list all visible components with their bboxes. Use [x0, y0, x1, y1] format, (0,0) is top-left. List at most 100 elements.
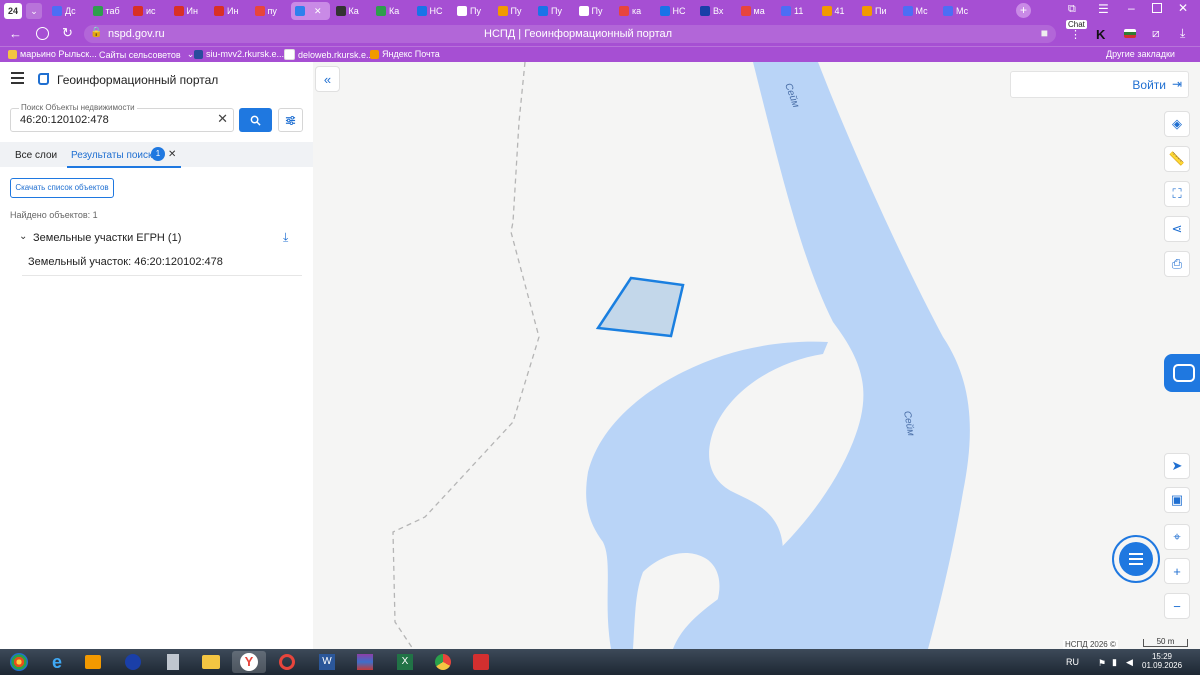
result-group-label[interactable]: Земельные участки ЕГРН (1)	[33, 232, 181, 244]
zoom-out-button[interactable]: −	[1164, 593, 1190, 619]
bookmark-item[interactable]: Яндекс Почта	[370, 49, 440, 59]
pin-button[interactable]: ⌖	[1164, 524, 1190, 550]
bookmark-item[interactable]: siu-mvv2.rkursk.e...	[194, 49, 284, 59]
browser-tab[interactable]: Мс	[899, 2, 935, 20]
browser-tab[interactable]: Ка	[332, 2, 368, 20]
tab-search-results[interactable]: Результаты поиска 1	[67, 144, 181, 168]
screenshot-icon[interactable]: ⧄	[1152, 26, 1160, 41]
browser-tab[interactable]: 41	[818, 2, 854, 20]
media-player-icon[interactable]	[76, 651, 110, 673]
language-indicator[interactable]: RU	[1066, 657, 1079, 667]
excel-icon[interactable]: X	[388, 651, 422, 673]
wmp-icon[interactable]	[116, 651, 150, 673]
minimap-button[interactable]: ▣	[1164, 487, 1190, 513]
ruler-button[interactable]: 📏	[1164, 146, 1190, 172]
tray-clock[interactable]: 15:29 01.09.2026	[1142, 652, 1182, 670]
explorer-icon[interactable]	[194, 651, 228, 673]
word-icon[interactable]: W	[310, 651, 344, 673]
bookmark-item[interactable]: Сайты сельсоветов ⌄	[99, 49, 194, 60]
extension-icon[interactable]	[36, 27, 49, 40]
feedback-tab[interactable]	[1164, 354, 1200, 392]
tab-label: Ка	[389, 6, 400, 16]
acrobat-icon[interactable]	[464, 651, 498, 673]
browser-tab[interactable]: Ин	[210, 2, 246, 20]
winrar-icon[interactable]	[348, 651, 382, 673]
calculator-icon[interactable]	[156, 651, 190, 673]
browser-tab[interactable]: Ка	[372, 2, 408, 20]
maximize-icon[interactable]	[1152, 3, 1162, 13]
browser-tab[interactable]: Ин	[170, 2, 206, 20]
map-canvas[interactable]: Сейм Сейм « Войти ⇥ ◈ 📏 ⛶ ⋖ ⎙ ➤ ▣ ⌖ + − …	[313, 62, 1200, 649]
hamburger-menu-icon[interactable]	[11, 72, 24, 84]
layers-button[interactable]: ◈	[1164, 111, 1190, 137]
tab-label: ка	[632, 6, 642, 16]
result-item[interactable]: Земельный участок: 46:20:120102:478	[22, 250, 302, 276]
chrome-icon[interactable]	[426, 651, 460, 673]
tray-network-icon[interactable]: ▮	[1112, 657, 1117, 668]
more-icon[interactable]: ⋮	[1070, 28, 1081, 41]
tab-count-badge[interactable]: 24	[4, 3, 22, 19]
download-list-button[interactable]: Скачать список объектов	[10, 178, 114, 198]
geolocation-button[interactable]: ➤	[1164, 453, 1190, 479]
clear-search-icon[interactable]: ✕	[217, 111, 228, 127]
browser-tab[interactable]: Дс	[48, 2, 84, 20]
start-button[interactable]	[2, 651, 36, 673]
print-button[interactable]: ⎙	[1164, 251, 1190, 277]
app-c-icon[interactable]	[270, 651, 304, 673]
browser-tab[interactable]: Пу	[534, 2, 570, 20]
url-field[interactable]: 🔒 nspd.gov.ru НСПД | Геоинформационный п…	[84, 25, 1056, 43]
search-field[interactable]: Поиск Объекты недвижимости 46:20:120102:…	[10, 103, 234, 132]
browser-tab[interactable]: ка	[615, 2, 651, 20]
collections-icon[interactable]: ⧉	[1068, 3, 1076, 16]
close-window-icon[interactable]: ✕	[1178, 1, 1188, 15]
browser-tab[interactable]: Пу	[453, 2, 489, 20]
browser-tab[interactable]: Пи	[858, 2, 894, 20]
browser-tab[interactable]: ма	[737, 2, 773, 20]
tab-list-chevron-icon[interactable]: ⌄	[26, 3, 42, 19]
browser-tab[interactable]: ис	[129, 2, 165, 20]
menu-icon[interactable]: ☰	[1098, 2, 1109, 16]
login-button[interactable]: Войти ⇥	[1010, 71, 1189, 98]
tab-label: Пу	[591, 6, 603, 16]
share-button[interactable]: ⋖	[1164, 216, 1190, 242]
browser-tab[interactable]: Мс	[939, 2, 975, 20]
select-area-button[interactable]: ⛶	[1164, 181, 1190, 207]
browser-tab[interactable]: ✕	[291, 2, 330, 20]
tray-volume-icon[interactable]: ◀	[1126, 657, 1133, 668]
search-input[interactable]: 46:20:120102:478	[20, 114, 109, 126]
collapse-panel-button[interactable]: «	[315, 66, 340, 92]
close-results-tab-icon[interactable]: ✕	[168, 149, 176, 160]
group-download-icon[interactable]: ⤓	[283, 230, 288, 245]
browser-tab[interactable]: НС	[413, 2, 449, 20]
back-icon[interactable]: ←	[9, 26, 22, 41]
filter-button[interactable]	[278, 108, 303, 132]
browser-tab[interactable]: пу	[251, 2, 287, 20]
bookmark-item[interactable]: deloweb.rkursk.e...	[284, 49, 374, 60]
bookmark-star-icon[interactable]: ■	[1041, 26, 1048, 40]
group-expand-chevron-icon[interactable]: ⌄	[19, 231, 27, 242]
browser-tab[interactable]: Вх	[696, 2, 732, 20]
browser-tab[interactable]: Пу	[494, 2, 530, 20]
other-bookmarks[interactable]: Другие закладки	[1106, 49, 1175, 59]
download-icon[interactable]: ⤓	[1180, 26, 1185, 41]
browser-tab[interactable]: НС	[656, 2, 692, 20]
reload-icon[interactable]: ↻	[62, 25, 73, 41]
browser-tab[interactable]: 11	[777, 2, 813, 20]
search-button[interactable]	[239, 108, 272, 132]
feedback-icon	[1173, 364, 1195, 382]
tray-flag-icon[interactable]: ⚑	[1098, 658, 1106, 669]
zoom-in-button[interactable]: +	[1164, 558, 1190, 584]
mail-icon	[370, 49, 379, 59]
minimize-icon[interactable]: –	[1128, 1, 1135, 15]
bookmark-item[interactable]: марьино Рыльск...	[8, 49, 97, 59]
tab-all-layers[interactable]: Все слои	[15, 150, 57, 161]
kaspersky-icon[interactable]: K	[1096, 27, 1105, 42]
browser-tab[interactable]: Пу	[575, 2, 611, 20]
ie-icon[interactable]: e	[40, 651, 74, 673]
flag-icon[interactable]	[1124, 29, 1136, 38]
yandex-browser-icon[interactable]: Y	[232, 651, 266, 673]
browser-tab[interactable]: таб	[89, 2, 125, 20]
chat-assistant-button[interactable]	[1112, 535, 1160, 583]
close-tab-icon[interactable]: ✕	[314, 6, 322, 17]
new-tab-button[interactable]: +	[1016, 3, 1031, 18]
